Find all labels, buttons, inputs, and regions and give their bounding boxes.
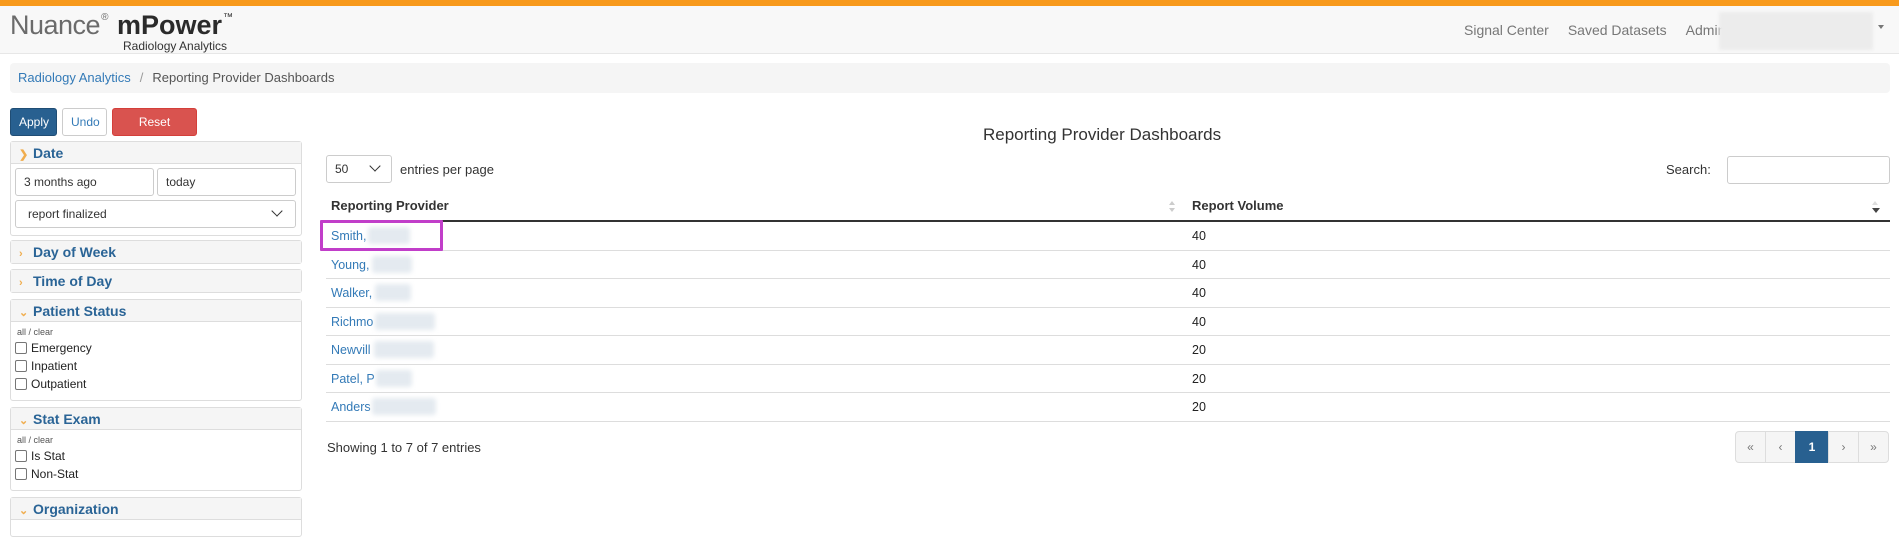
patient-status-all-clear-link[interactable]: all / clear — [17, 327, 299, 337]
pagination-first-button[interactable]: « — [1735, 431, 1766, 463]
checkbox-inpatient-row[interactable]: Inpatient — [13, 357, 299, 375]
report-volume-cell: 40 — [1192, 229, 1206, 243]
report-volume-cell: 20 — [1192, 400, 1206, 414]
report-volume-cell: 20 — [1192, 371, 1206, 386]
redacted-name — [372, 255, 412, 273]
breadcrumb-current: Reporting Provider Dashboards — [152, 70, 335, 85]
checkbox-non-stat-row[interactable]: Non-Stat — [13, 465, 299, 483]
date-filter-panel: ❯ Date 3 months ago today report finalize… — [10, 141, 302, 236]
provider-link[interactable]: Smith, — [331, 229, 366, 243]
page-length-select[interactable]: 50 — [326, 155, 392, 183]
user-menu-blurred[interactable] — [1719, 12, 1873, 50]
pagination-prev-button[interactable]: ‹ — [1765, 431, 1796, 463]
time-of-day-header[interactable]: › Time of Day — [11, 270, 301, 292]
redacted-name — [376, 369, 412, 387]
undo-button[interactable]: Undo — [62, 108, 107, 136]
emergency-checkbox[interactable] — [15, 342, 27, 354]
report-volume-cell: 40 — [1192, 257, 1206, 272]
provider-link[interactable]: Richmo — [331, 315, 373, 329]
chevron-right-icon: › — [19, 248, 23, 260]
stat-exam-filter-panel: ⌄ Stat Exam all / clear Is Stat Non-Stat — [10, 407, 302, 491]
apply-button[interactable]: Apply — [10, 108, 57, 136]
pagination-last-button[interactable]: » — [1858, 431, 1889, 463]
table-row: Smith, 40 — [326, 222, 1890, 251]
provider-link[interactable]: Patel, P — [331, 372, 375, 386]
column-header-reporting-provider[interactable]: Reporting Provider — [326, 193, 1186, 220]
provider-link[interactable]: Anders — [331, 400, 371, 414]
nav-saved-datasets[interactable]: Saved Datasets — [1568, 22, 1667, 38]
time-of-day-filter-panel[interactable]: › Time of Day — [10, 269, 302, 293]
chevron-down-icon — [369, 160, 381, 172]
stat-exam-all-clear-link[interactable]: all / clear — [17, 435, 299, 445]
navbar: Nuance® mPower™ Radiology Analytics Sign… — [0, 6, 1899, 54]
non-stat-checkbox[interactable] — [15, 468, 27, 480]
patient-status-header[interactable]: ⌄ Patient Status — [11, 300, 301, 322]
search-input[interactable] — [1727, 156, 1890, 184]
pagination-page-1-button[interactable]: 1 — [1795, 431, 1829, 463]
chevron-down-icon: ⌄ — [19, 415, 29, 427]
chevron-down-icon: ⌄ — [19, 307, 29, 319]
pagination: « ‹ 1 › » — [1735, 431, 1889, 463]
day-of-week-filter-panel[interactable]: › Day of Week — [10, 240, 302, 264]
brand-company: Nuance® — [10, 10, 108, 40]
checkbox-emergency-row[interactable]: Emergency — [13, 339, 299, 357]
table-row: Richmo 40 — [326, 308, 1890, 336]
sort-desc-icon — [1872, 201, 1880, 213]
is-stat-checkbox[interactable] — [15, 450, 27, 462]
report-volume-cell: 40 — [1192, 286, 1206, 300]
checkbox-is-stat-row[interactable]: Is Stat — [13, 447, 299, 465]
column-header-report-volume[interactable]: Report Volume — [1186, 193, 1890, 220]
provider-link[interactable]: Walker, — [331, 286, 372, 300]
stat-exam-header[interactable]: ⌄ Stat Exam — [11, 408, 301, 430]
checkbox-outpatient-row[interactable]: Outpatient — [13, 375, 299, 393]
table-row: Walker, 40 — [326, 279, 1890, 308]
reset-filters-button[interactable]: Reset Filters — [112, 108, 197, 155]
sort-icon — [1169, 201, 1176, 213]
brand-subtitle: Radiology Analytics — [123, 39, 228, 53]
search-label: Search: — [1666, 162, 1711, 177]
redacted-name — [375, 312, 435, 330]
redacted-name — [368, 227, 410, 244]
date-filter-header[interactable]: ❯ Date — [11, 142, 301, 164]
report-volume-cell: 20 — [1192, 343, 1206, 357]
report-volume-cell: 40 — [1192, 314, 1206, 329]
redacted-name — [372, 398, 436, 415]
provider-link[interactable]: Young, — [331, 258, 369, 272]
page-title: Reporting Provider Dashboards — [983, 125, 1222, 144]
nav-links: Signal Center Saved Datasets Admin — [1464, 22, 1744, 38]
organization-header[interactable]: ⌄ Organization — [11, 498, 301, 520]
table-info: Showing 1 to 7 of 7 entries — [327, 440, 481, 455]
brand-product: mPower™ — [117, 10, 234, 40]
table-row: Newvill 20 — [326, 336, 1890, 365]
breadcrumb-separator: / — [139, 70, 144, 85]
chevron-down-icon: ❯ — [19, 149, 29, 161]
provider-link[interactable]: Newvill — [331, 343, 371, 357]
entries-per-page-label: entries per page — [400, 162, 494, 177]
caret-down-icon[interactable] — [1878, 25, 1884, 29]
chevron-down-icon — [271, 205, 283, 217]
redacted-name — [375, 284, 411, 301]
nav-signal-center[interactable]: Signal Center — [1464, 22, 1549, 38]
outpatient-checkbox[interactable] — [15, 378, 27, 390]
chevron-right-icon: › — [19, 277, 23, 289]
breadcrumb: Radiology Analytics / Reporting Provider D… — [10, 63, 1890, 93]
patient-status-filter-panel: ⌄ Patient Status all / clear Emergency In… — [10, 299, 302, 401]
table-row: Anders 20 — [326, 393, 1890, 422]
date-from-input[interactable]: 3 months ago — [15, 168, 154, 196]
organization-filter-panel: ⌄ Organization — [10, 497, 302, 537]
table-row: Young, 40 — [326, 251, 1890, 279]
date-event-select[interactable]: report finalized — [15, 200, 296, 228]
inpatient-checkbox[interactable] — [15, 360, 27, 372]
date-to-input[interactable]: today — [157, 168, 296, 196]
redacted-name — [374, 341, 434, 358]
day-of-week-header[interactable]: › Day of Week — [11, 241, 301, 263]
chevron-down-icon: ⌄ — [19, 505, 29, 517]
pagination-next-button[interactable]: › — [1828, 431, 1859, 463]
table-row: Patel, P 20 — [326, 365, 1890, 393]
breadcrumb-root-link[interactable]: Radiology Analytics — [18, 70, 131, 85]
